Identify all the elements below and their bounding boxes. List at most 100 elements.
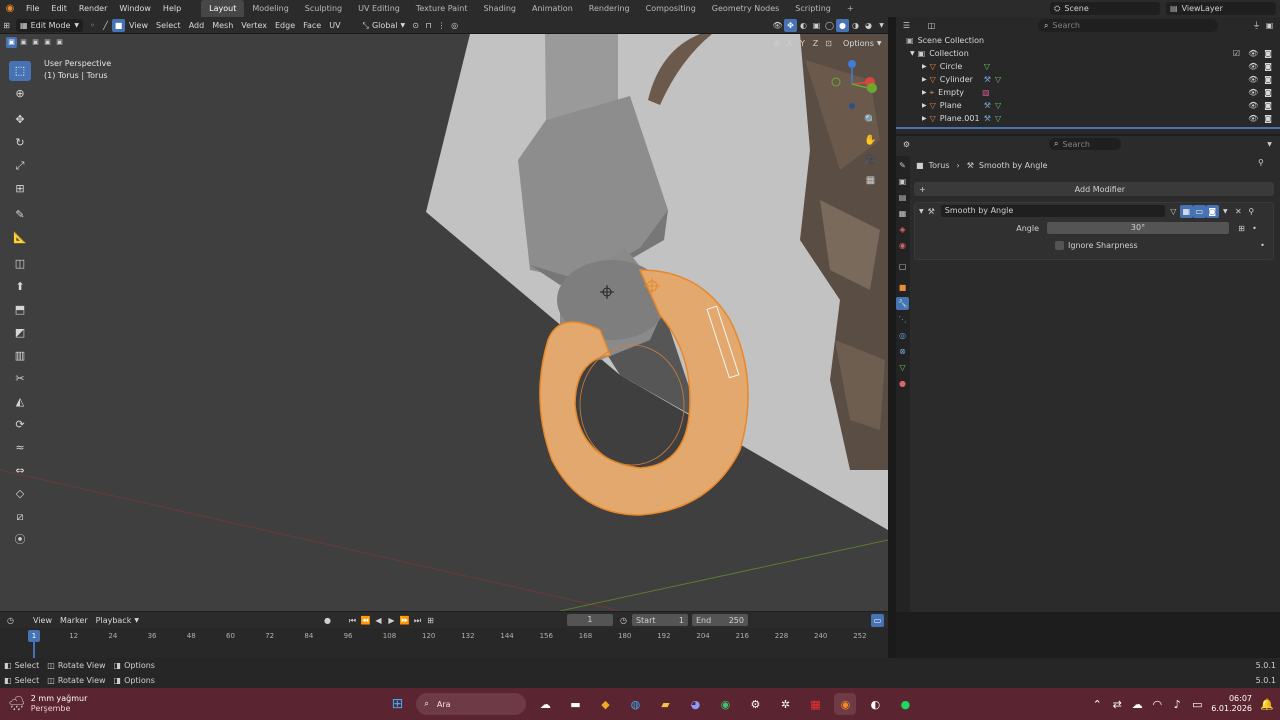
scene-collection-row[interactable]: ▣ Scene Collection — [896, 34, 1280, 47]
edit-mode-toggle-icon[interactable]: ▦ — [1179, 204, 1193, 218]
timeline-options-icon[interactable]: ▭ — [871, 613, 884, 627]
checkbox-icon[interactable]: ☑ — [1233, 47, 1240, 60]
mode-selector[interactable]: ▦ Edit Mode ▼ — [16, 18, 84, 32]
battery-icon[interactable]: ▭ — [1190, 693, 1204, 715]
outliner-item-plane[interactable]: ▶ ▽ Plane ⚒ ▽ 👁 ◙ — [896, 99, 1280, 112]
eye-icon[interactable]: 👁 — [1248, 73, 1258, 86]
snap-icon[interactable]: ⊓ — [422, 19, 435, 32]
tab-texture-paint[interactable]: Texture Paint — [408, 0, 476, 17]
start-frame-field[interactable]: Start 1 — [631, 614, 688, 626]
overlay-icon[interactable]: ◐ — [797, 19, 810, 32]
extrude-icon[interactable]: ⬆ — [9, 277, 31, 297]
preview-range-icon[interactable]: ◷ — [617, 614, 630, 627]
material-shading-icon[interactable]: ◑ — [849, 19, 862, 32]
output-tab-icon[interactable]: ▤ — [896, 191, 909, 204]
edge-select-icon[interactable]: ╱ — [99, 19, 112, 32]
close-icon[interactable]: ✕ — [1232, 205, 1245, 218]
tab-geometry-nodes[interactable]: Geometry Nodes — [704, 0, 787, 17]
current-frame-field[interactable]: 1 — [566, 614, 613, 626]
timeline-menu-playback[interactable]: Playback ▼ — [92, 614, 143, 627]
playhead[interactable]: 1 — [28, 630, 40, 642]
annotate-icon[interactable]: ✎ — [9, 205, 31, 225]
volume-icon[interactable]: ♪ — [1170, 693, 1184, 715]
area-divider[interactable] — [888, 17, 896, 658]
auto-key-icon[interactable]: ● — [321, 614, 334, 627]
copilot-icon[interactable]: ◆ — [594, 693, 616, 715]
smooth-icon[interactable]: ≈ — [9, 438, 31, 458]
tab-animation[interactable]: Animation — [524, 0, 581, 17]
mirror-x-toggle[interactable]: X — [783, 37, 796, 50]
zoom-icon[interactable]: 🔍 — [864, 114, 877, 127]
bevel-icon[interactable]: ◩ — [9, 323, 31, 343]
taskbar-search[interactable]: ⌕ Ara — [416, 693, 527, 715]
tab-compositing[interactable]: Compositing — [638, 0, 704, 17]
tab-rendering[interactable]: Rendering — [581, 0, 638, 17]
poly-build-icon[interactable]: ◭ — [9, 392, 31, 412]
tab-scripting[interactable]: Scripting — [787, 0, 839, 17]
camera-icon[interactable]: ◙ — [1264, 99, 1272, 112]
tab-shading[interactable]: Shading — [475, 0, 524, 17]
timeline-menu-view[interactable]: View — [29, 614, 56, 627]
angle-field[interactable]: 30° — [1047, 222, 1229, 234]
menu-file[interactable]: File — [20, 0, 45, 17]
shrink-fatten-icon[interactable]: ◇ — [9, 484, 31, 504]
tab-modeling[interactable]: Modeling — [244, 0, 296, 17]
dropdown-chevron-icon[interactable]: ▼ — [1219, 205, 1232, 218]
decorator-dot-icon[interactable]: • — [1256, 239, 1269, 252]
menu-edge[interactable]: Edge — [271, 19, 299, 32]
view-layer-selector[interactable]: ▤ ViewLayer — [1166, 2, 1276, 15]
eye-icon[interactable]: 👁 — [1248, 47, 1258, 60]
tab-uv-editing[interactable]: UV Editing — [350, 0, 408, 17]
jump-start-icon[interactable]: ⏮ — [346, 614, 359, 627]
rip-icon[interactable]: ⦿ — [9, 530, 31, 550]
rotate-icon[interactable]: ↻ — [9, 133, 31, 153]
menu-select[interactable]: Select — [152, 19, 185, 32]
eye-icon[interactable]: 👁 — [1248, 112, 1258, 125]
tools-icon[interactable]: ⊡ — [822, 37, 835, 50]
sync-icon[interactable]: ⊞ — [424, 614, 437, 627]
outliner-item-plane-001[interactable]: ▶ ▽ Plane.001 ⚒ ▽ 👁 ◙ — [896, 112, 1280, 125]
eye-icon[interactable]: 👁 — [1248, 60, 1258, 73]
filter-icon[interactable]: ⏚ — [1250, 19, 1263, 32]
menu-uv[interactable]: UV — [325, 19, 344, 32]
vertex-select-icon[interactable]: ◦ — [86, 19, 99, 32]
ignore-sharpness-checkbox[interactable] — [1055, 240, 1064, 250]
mirror-z-toggle[interactable]: Z — [809, 37, 822, 50]
chevron-down-icon[interactable]: ▼ — [919, 208, 924, 215]
jump-end-icon[interactable]: ⏭ — [411, 614, 424, 627]
outliner-search[interactable]: ⌕ Search — [1038, 19, 1218, 32]
display-mode-icon[interactable]: ◫ — [925, 19, 938, 32]
measure-icon[interactable]: 📐 — [9, 228, 31, 248]
add-cube-icon[interactable]: ◫ — [9, 254, 31, 274]
world-tab-icon[interactable]: ◉ — [896, 239, 909, 252]
outliner-item-empty[interactable]: ▶ ⌖ Empty ▨ 👁 ◙ — [896, 86, 1280, 99]
windows-start-icon[interactable]: ⊞ — [386, 693, 408, 715]
menu-face[interactable]: Face — [299, 19, 325, 32]
modifier-name-field[interactable]: Smooth by Angle — [940, 205, 1165, 217]
steam-icon[interactable]: ⚙ — [744, 693, 766, 715]
options-dropdown[interactable]: Options ▼ — [839, 37, 886, 50]
collection-row[interactable]: ▼ ▣ Collection ☑ 👁 ◙ — [896, 47, 1280, 60]
next-key-icon[interactable]: ⏩ — [398, 614, 411, 627]
tab-layout[interactable]: Layout — [201, 0, 245, 17]
decorator-dot-icon[interactable]: • — [1248, 222, 1261, 235]
blender-app-icon[interactable]: ◉ — [834, 693, 857, 715]
timeline-menu-marker[interactable]: Marker — [56, 614, 92, 627]
transform-orientation[interactable]: ⤡ Global ▼ — [359, 19, 410, 32]
menu-help[interactable]: Help — [157, 0, 187, 17]
chevron-down-icon[interactable]: ▼ — [1263, 138, 1276, 151]
end-frame-field[interactable]: End 250 — [691, 614, 748, 626]
camera-icon[interactable]: ◙ — [1264, 73, 1272, 86]
menu-vertex[interactable]: Vertex — [237, 19, 271, 32]
view-layer-tab-icon[interactable]: ▦ — [896, 207, 909, 220]
navigation-gizmo[interactable] — [826, 58, 878, 110]
outliner-item-circle[interactable]: ▶ ▽ Circle ▽ 👁 ◙ — [896, 60, 1280, 73]
render-toggle-icon[interactable]: ◙ — [1205, 204, 1219, 218]
grid-view-icon[interactable]: ▦ — [864, 174, 877, 187]
shear-icon[interactable]: ⧄ — [9, 507, 31, 527]
mirror-icon[interactable]: ⊞ — [770, 37, 783, 50]
face-select-icon[interactable]: ■ — [112, 18, 126, 32]
edge-browser-icon[interactable]: ◍ — [624, 693, 646, 715]
visibility-icon[interactable]: 👁 — [771, 19, 784, 32]
pivot-icon[interactable]: ⊙ — [409, 19, 422, 32]
